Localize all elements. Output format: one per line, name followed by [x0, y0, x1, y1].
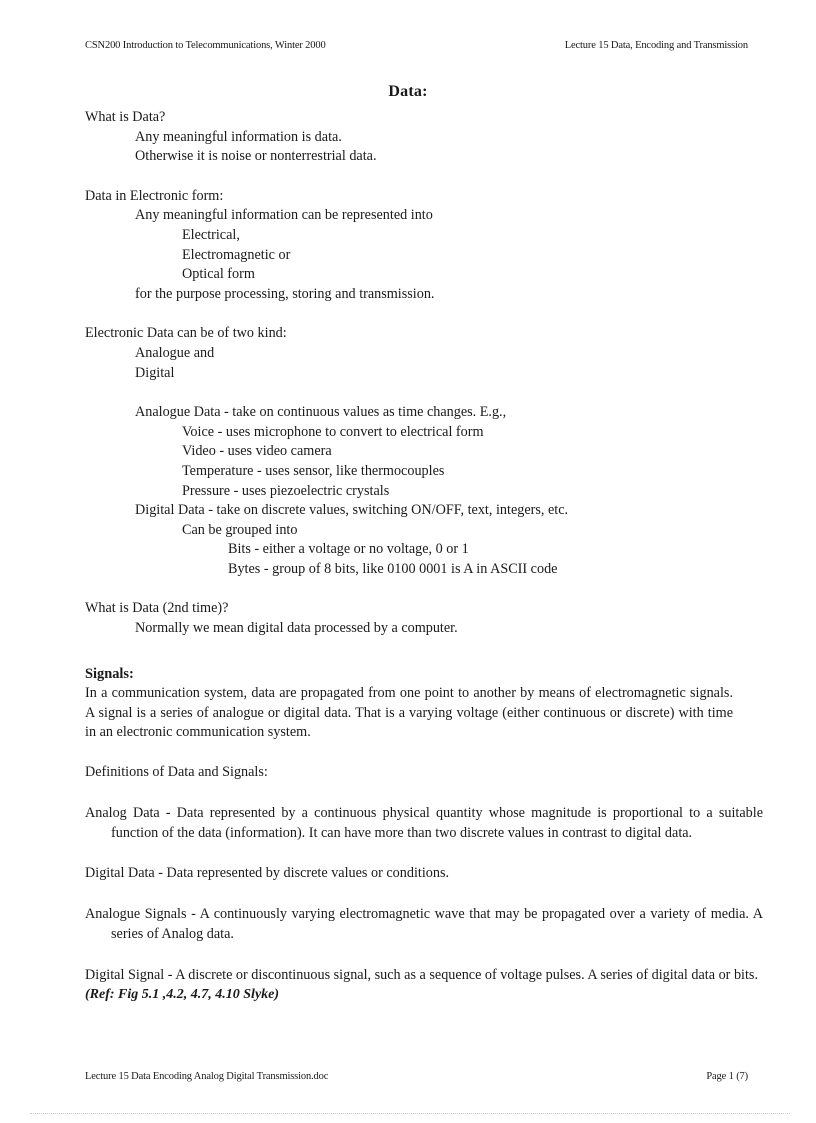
- digital-grouped-line: Can be grouped into: [182, 521, 298, 538]
- signals-paragraph: In a communication system, data are prop…: [85, 685, 733, 741]
- electronic-form-item-electrical: Electrical,: [182, 226, 240, 243]
- analogue-data-lead: Analogue Data - take on continuous value…: [135, 404, 507, 421]
- two-kinds-heading: Electronic Data can be of two kind:: [85, 325, 287, 342]
- page-title: Data:: [388, 83, 428, 100]
- signals-heading: Signals:: [85, 665, 134, 682]
- what-is-data-line-1: Any meaningful information is data.: [135, 128, 342, 145]
- digital-item-bits: Bits - either a voltage or no voltage, 0…: [228, 541, 469, 558]
- section-two-kinds: Electronic Data can be of two kind: Anal…: [85, 324, 737, 579]
- definitions-heading: Definitions of Data and Signals:: [85, 764, 268, 781]
- what-is-data-line-2: Otherwise it is noise or nonterrestrial …: [135, 148, 377, 165]
- definition-analog-data: Analog Data - Data represented by a cont…: [85, 804, 763, 842]
- document-body: What is Data? Any meaningful information…: [85, 108, 763, 1005]
- document-page: CSN200 Introduction to Telecommunication…: [0, 0, 816, 1123]
- two-kinds-item-analogue: Analogue and: [135, 344, 215, 361]
- electronic-form-heading: Data in Electronic form:: [85, 187, 224, 204]
- analogue-example-pressure: Pressure - uses piezoelectric crystals: [182, 482, 390, 499]
- running-footer: Lecture 15 Data Encoding Analog Digital …: [85, 1071, 748, 1082]
- what-is-data-2-line: Normally we mean digital data processed …: [135, 620, 458, 637]
- header-course-title: CSN200 Introduction to Telecommunication…: [85, 40, 326, 51]
- page-bottom-rule: [30, 1113, 790, 1115]
- definition-analogue-signals: Analogue Signals - A continuously varyin…: [85, 905, 763, 943]
- what-is-data-2-heading: What is Data (2nd time)?: [85, 600, 229, 617]
- electronic-form-item-optical: Optical form: [182, 266, 255, 283]
- analogue-example-voice: Voice - uses microphone to convert to el…: [182, 423, 484, 440]
- section-what-is-data: What is Data? Any meaningful information…: [85, 108, 737, 167]
- analogue-example-video: Video - uses video camera: [182, 443, 332, 460]
- two-kinds-item-digital: Digital: [135, 364, 175, 381]
- digital-item-bytes: Bytes - group of 8 bits, like 0100 0001 …: [228, 560, 558, 577]
- definition-digital-signal: Digital Signal - A discrete or discontin…: [85, 966, 758, 983]
- section-what-is-data-2: What is Data (2nd time)? Normally we mea…: [85, 599, 737, 638]
- digital-data-lead: Digital Data - take on discrete values, …: [135, 502, 569, 519]
- electronic-form-intro: Any meaningful information can be repres…: [135, 207, 433, 224]
- analogue-example-temperature: Temperature - uses sensor, like thermoco…: [182, 462, 445, 479]
- electronic-form-item-electromagnetic: Electromagnetic or: [182, 246, 291, 263]
- section-electronic-form: Data in Electronic form: Any meaningful …: [85, 187, 737, 305]
- electronic-form-closing: for the purpose processing, storing and …: [135, 285, 435, 302]
- running-header: CSN200 Introduction to Telecommunication…: [85, 40, 748, 51]
- definition-digital-data: Digital Data - Data represented by discr…: [85, 865, 450, 882]
- footer-filename: Lecture 15 Data Encoding Analog Digital …: [85, 1071, 329, 1082]
- header-lecture-title: Lecture 15 Data, Encoding and Transmissi…: [564, 40, 748, 51]
- what-is-data-heading: What is Data?: [85, 109, 166, 125]
- reference-note: (Ref: Fig 5.1 ,4.2, 4.7, 4.10 Slyke): [85, 987, 280, 1003]
- footer-page-number: Page 1 (7): [706, 1071, 748, 1082]
- section-signals: Signals: In a communication system, data…: [85, 665, 763, 1005]
